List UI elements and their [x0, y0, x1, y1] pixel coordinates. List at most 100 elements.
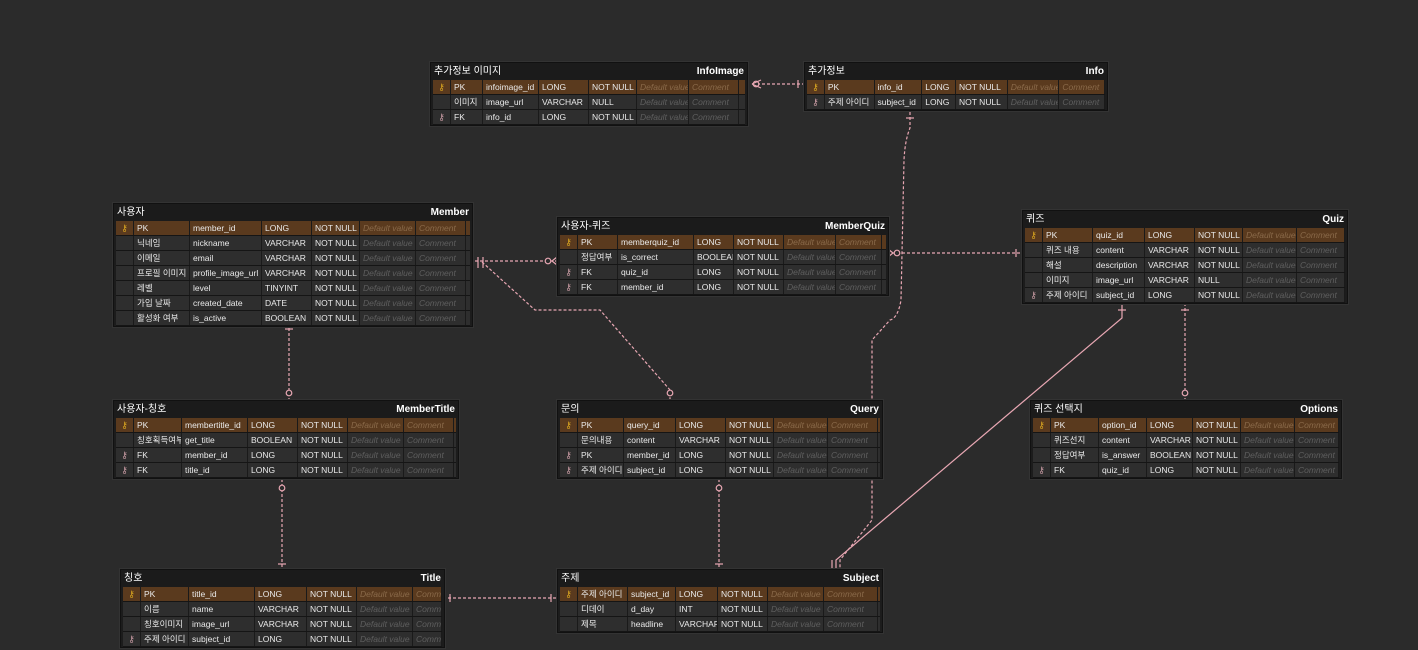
entity-physical-name: Title: [420, 573, 441, 584]
field-comment: Comment: [836, 280, 882, 294]
field-row[interactable]: ⚷ PK infoimage_id LONG NOT NULL Default value…: [433, 80, 745, 95]
field-row[interactable]: ⚷ 주제 아이디 subject_id LONG NOT NULL Default val…: [1025, 288, 1345, 303]
entity-info[interactable]: 추가정보 Info ⚷ PK info_id LONG NOT NULL Default …: [804, 62, 1108, 111]
field-physical-name: email: [190, 251, 262, 265]
field-row[interactable]: 칭호획득여부 get_title BOOLEAN NOT NULL Default va…: [116, 433, 456, 448]
field-logical-name: FK: [451, 110, 483, 124]
field-comment: Comment: [824, 587, 878, 601]
field-comment: Comment: [828, 463, 878, 477]
field-row[interactable]: ⚷ PK info_id LONG NOT NULL Default value Comme…: [807, 80, 1106, 95]
foreign-key-icon: ⚷: [565, 267, 572, 277]
field-type: LONG: [694, 235, 734, 249]
field-comment: Comment: [416, 236, 466, 250]
entity-title[interactable]: 칭호 Title ⚷ PK title_id LONG NOT NULL Default …: [120, 569, 445, 648]
field-row[interactable]: 이미지 image_url VARCHAR NULL Default value Comm…: [1025, 273, 1345, 288]
entity-query[interactable]: 문의 Query ⚷ PK query_id LONG NOT NULL Default …: [557, 400, 883, 479]
field-row[interactable]: 문의내용 content VARCHAR NOT NULL Default value C…: [560, 433, 880, 448]
field-row[interactable]: 퀴즈선지 content VARCHAR NOT NULL Default value C…: [1033, 433, 1339, 448]
field-row[interactable]: ⚷ PK query_id LONG NOT NULL Default value Comm…: [560, 418, 880, 433]
field-row[interactable]: ⚷ FK quiz_id LONG NOT NULL Default value Comme…: [1033, 463, 1339, 478]
field-row[interactable]: 이메일 email VARCHAR NOT NULL Default value Comm…: [116, 251, 470, 266]
field-nullability: NOT NULL: [298, 463, 348, 477]
field-row[interactable]: 레벨 level TINYINT NOT NULL Default value Comme…: [116, 281, 470, 296]
field-row[interactable]: ⚷ FK member_id LONG NOT NULL Default value Com…: [116, 448, 456, 463]
primary-key-icon: ⚷: [565, 420, 572, 430]
field-physical-name: quiz_id: [1093, 228, 1145, 242]
field-row[interactable]: ⚷ FK info_id LONG NOT NULL Default value Comme…: [433, 110, 745, 125]
field-row[interactable]: 해설 description VARCHAR NOT NULL Default valu…: [1025, 258, 1345, 273]
field-type: LONG: [248, 418, 298, 432]
field-default-value: Default value: [1243, 288, 1297, 302]
entity-physical-name: MemberQuiz: [824, 221, 885, 232]
field-default-value: Default value: [774, 463, 828, 477]
entity-logical-name: 사용자-칭호: [117, 404, 167, 415]
field-default-value: Default value: [360, 296, 416, 310]
field-logical-name: 주제 아이디: [1043, 288, 1093, 302]
entity-memberquiz[interactable]: 사용자-퀴즈 MemberQuiz ⚷ PK memberquiz_id LONG NO…: [557, 217, 889, 296]
field-physical-name: content: [1093, 243, 1145, 257]
field-nullability: NOT NULL: [312, 266, 360, 280]
entity-quiz[interactable]: 퀴즈 Quiz ⚷ PK quiz_id LONG NOT NULL Default va…: [1022, 210, 1348, 304]
primary-key-icon: ⚷: [812, 82, 819, 92]
field-row[interactable]: ⚷ PK title_id LONG NOT NULL Default value Comm…: [123, 587, 442, 602]
field-row[interactable]: 활성화 여부 is_active BOOLEAN NOT NULL Default va…: [116, 311, 470, 326]
field-row[interactable]: 프로필 이미지 profile_image_url VARCHAR NOT NULL D…: [116, 266, 470, 281]
field-comment: Comment: [1297, 288, 1345, 302]
field-comment: Comment: [1295, 448, 1339, 462]
foreign-key-icon: ⚷: [565, 282, 572, 292]
field-row[interactable]: 퀴즈 내용 content VARCHAR NOT NULL Default value…: [1025, 243, 1345, 258]
field-default-value: Default value: [774, 448, 828, 462]
key-icon-cell: ⚷: [560, 265, 578, 279]
field-row[interactable]: ⚷ PK member_id LONG NOT NULL Default value Com…: [116, 221, 470, 236]
field-nullability: NOT NULL: [718, 602, 768, 616]
zero-marker: [752, 80, 760, 88]
field-type: VARCHAR: [255, 602, 307, 616]
field-comment: Comment: [1059, 80, 1106, 94]
field-row[interactable]: ⚷ PK option_id LONG NOT NULL Default value Com…: [1033, 418, 1339, 433]
foreign-key-icon: ⚷: [565, 450, 572, 460]
field-row[interactable]: ⚷ 주제 아이디 subject_id LONG NOT NULL Default val…: [560, 587, 880, 602]
entity-options[interactable]: 퀴즈 선택지 Options ⚷ PK option_id LONG NOT NULL D…: [1030, 400, 1342, 479]
field-logical-name: FK: [578, 265, 618, 279]
field-row[interactable]: ⚷ PK memberquiz_id LONG NOT NULL Default valu…: [560, 235, 886, 250]
field-row[interactable]: ⚷ FK title_id LONG NOT NULL Default value Comm…: [116, 463, 456, 478]
field-row[interactable]: 디데이 d_day INT NOT NULL Default value Comment: [560, 602, 880, 617]
field-row[interactable]: ⚷ FK member_id LONG NOT NULL Default value Com…: [560, 280, 886, 295]
field-row[interactable]: ⚷ 주제 아이디 subject_id LONG NOT NULL Default val…: [807, 95, 1106, 110]
field-row[interactable]: 가입 날짜 created_date DATE NOT NULL Default val…: [116, 296, 470, 311]
field-row[interactable]: 닉네임 nickname VARCHAR NOT NULL Default value C…: [116, 236, 470, 251]
field-nullability: NOT NULL: [312, 311, 360, 325]
field-logical-name: 칭호획득여부: [134, 433, 182, 447]
key-icon-cell: ⚷: [1033, 463, 1051, 477]
field-row[interactable]: ⚷ 주제 아이디 subject_id LONG NOT NULL Default val…: [560, 463, 880, 478]
field-row[interactable]: 제목 headline VARCHAR NOT NULL Default value Co…: [560, 617, 880, 632]
field-default-value: Default value: [348, 418, 404, 432]
field-row[interactable]: 이름nameVARCHARNOT NULLDefault valueCommen…: [123, 602, 442, 617]
entity-membertitle[interactable]: 사용자-칭호 MemberTitle ⚷ PK membertitle_id LONG…: [113, 400, 459, 479]
field-row[interactable]: ⚷ FK quiz_id LONG NOT NULL Default value Comme…: [560, 265, 886, 280]
key-icon-cell: ⚷: [116, 418, 134, 432]
entity-fields: ⚷ PK member_id LONG NOT NULL Default value Com…: [114, 221, 472, 326]
field-row[interactable]: 정답여부 is_answer BOOLEAN NOT NULL Default valu…: [1033, 448, 1339, 463]
entity-subject[interactable]: 주제 Subject ⚷ 주제 아이디 subject_id LONG NOT NULL…: [557, 569, 883, 633]
field-default-value: Default value: [360, 236, 416, 250]
field-comment: Comment: [413, 632, 442, 646]
entity-header: 퀴즈 Quiz: [1023, 211, 1347, 228]
field-row[interactable]: ⚷ PK membertitle_id LONG NOT NULL Default val…: [116, 418, 456, 433]
field-row[interactable]: ⚷ PK quiz_id LONG NOT NULL Default value Comme…: [1025, 228, 1345, 243]
field-row[interactable]: ⚷ 주제 아이디 subject_id LONG NOT NULL Default val…: [123, 632, 442, 647]
field-default-value: Default value: [360, 266, 416, 280]
field-row[interactable]: 칭호이미지 image_url VARCHAR NOT NULL Default val…: [123, 617, 442, 632]
field-logical-name: 퀴즈선지: [1051, 433, 1099, 447]
key-icon-cell: [116, 311, 134, 325]
key-icon-cell: ⚷: [123, 632, 141, 646]
field-type: LONG: [694, 280, 734, 294]
key-icon-cell: [116, 251, 134, 265]
field-row[interactable]: ⚷ PK member_id LONG NOT NULL Default value Com…: [560, 448, 880, 463]
field-row[interactable]: 정답여부 is_correct BOOLEAN NOT NULL Default val…: [560, 250, 886, 265]
entity-member[interactable]: 사용자 Member ⚷ PK member_id LONG NOT NULL Defau…: [113, 203, 473, 327]
field-row[interactable]: 이미지 image_url VARCHAR NULL Default value Comm…: [433, 95, 745, 110]
field-default-value: Default value: [360, 311, 416, 325]
entity-infoimage[interactable]: 추가정보 이미지 InfoImage ⚷ PK infoimage_id LONG NO…: [430, 62, 748, 126]
entity-logical-name: 퀴즈 선택지: [1034, 404, 1083, 415]
